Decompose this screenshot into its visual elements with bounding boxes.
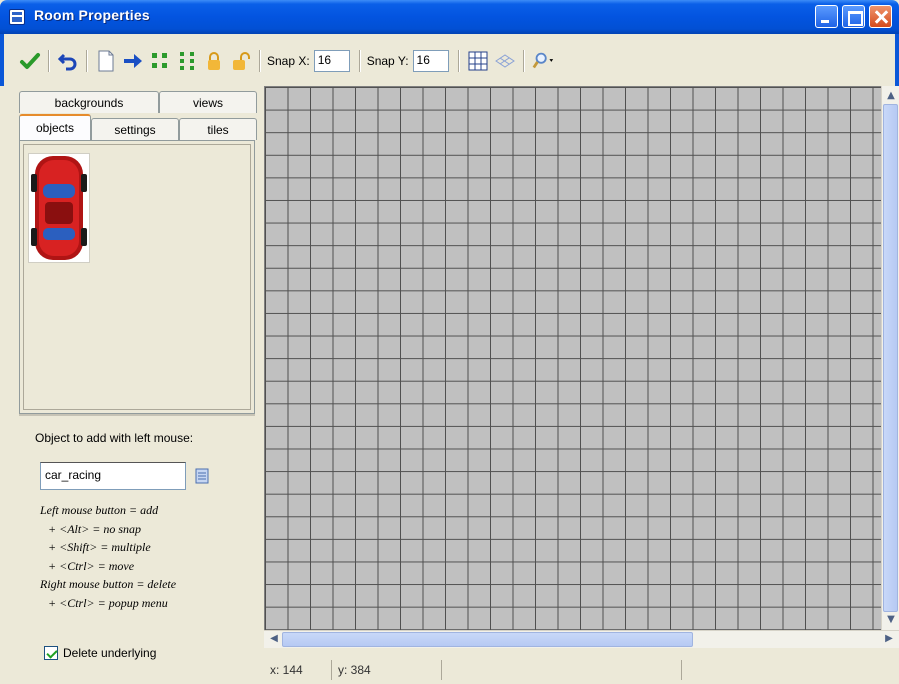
status-empty <box>442 660 682 680</box>
snap-x-label: Snap X: <box>267 54 310 68</box>
shift-arrow-icon[interactable] <box>121 49 145 73</box>
object-menu-icon[interactable] <box>194 468 210 484</box>
status-y: y: 384 <box>332 660 442 680</box>
object-name-field[interactable]: car_racing <box>40 462 186 490</box>
status-x: x: 144 <box>264 660 332 680</box>
minimize-button[interactable] <box>815 5 838 28</box>
delete-underlying-label: Delete underlying <box>63 646 157 660</box>
add-object-label: Object to add with left mouse: <box>35 431 194 445</box>
tab-tiles[interactable]: tiles <box>179 118 257 140</box>
toolbar-separator <box>358 50 361 72</box>
ok-check-icon[interactable] <box>18 49 42 73</box>
maximize-button[interactable] <box>842 5 865 28</box>
snap-x-input[interactable]: 16 <box>313 50 350 72</box>
scroll-right-icon[interactable]: ▶ <box>881 631 897 647</box>
snap-y-input[interactable]: 16 <box>412 50 449 72</box>
window-app-icon <box>9 9 25 25</box>
sort-y-icon[interactable] <box>175 49 199 73</box>
scroll-left-icon[interactable]: ◀ <box>266 631 282 647</box>
snap-y-label: Snap Y: <box>366 54 409 68</box>
tab-row-back: backgrounds views <box>19 91 257 113</box>
toolbar-separator <box>259 50 261 72</box>
unlock-instances-icon[interactable] <box>229 49 253 73</box>
tab-backgrounds[interactable]: backgrounds <box>19 91 159 113</box>
tab-objects[interactable]: objects <box>19 114 91 140</box>
scroll-up-icon[interactable]: ▲ <box>883 88 899 104</box>
car-racing-sprite[interactable] <box>28 153 90 263</box>
title-bar: Room Properties <box>0 0 899 34</box>
help-line: Right mouse button = delete <box>40 577 177 591</box>
close-button[interactable] <box>869 5 892 28</box>
isometric-grid-icon[interactable] <box>493 49 517 73</box>
object-selector[interactable]: car_racing <box>40 462 209 490</box>
vertical-scroll-thumb[interactable] <box>883 104 898 612</box>
toolbar-separator <box>457 50 460 72</box>
help-line: + <Ctrl> = move <box>48 558 135 573</box>
tab-settings[interactable]: settings <box>91 118 179 140</box>
objects-tab-page <box>19 140 255 414</box>
vertical-scrollbar[interactable]: ▲ ▼ <box>881 86 899 630</box>
horizontal-scrollbar[interactable]: ◀ ▶ <box>264 630 899 648</box>
object-preview-area <box>23 144 251 410</box>
delete-underlying-checkbox[interactable]: Delete underlying <box>44 646 156 660</box>
checkbox-checked-icon[interactable] <box>44 646 58 660</box>
grid-icon[interactable] <box>466 49 490 73</box>
toolbar-separator <box>86 50 88 72</box>
clear-icon[interactable] <box>94 49 118 73</box>
toolbar-separator <box>48 50 50 72</box>
mouse-help-text: Left mouse button = add + <Alt> = no sna… <box>40 501 255 612</box>
scroll-down-icon[interactable]: ▼ <box>883 612 899 628</box>
zoom-icon[interactable] <box>531 49 555 73</box>
help-line: + <Shift> = multiple <box>48 540 151 554</box>
help-line: + <Ctrl> = popup menu <box>48 595 168 610</box>
tab-views[interactable]: views <box>159 91 257 113</box>
help-line: Left mouse button = add <box>40 503 159 517</box>
undo-icon[interactable] <box>56 49 80 73</box>
help-line: + <Alt> = no snap <box>48 521 142 536</box>
toolbar: Snap X: 16 Snap Y: 16 <box>0 34 899 86</box>
toolbar-separator <box>522 50 525 72</box>
lock-instances-icon[interactable] <box>202 49 226 73</box>
tab-row-front: objects settings tiles <box>19 114 257 140</box>
room-canvas[interactable] <box>264 86 881 630</box>
window-title: Room Properties <box>34 7 150 23</box>
horizontal-scroll-thumb[interactable] <box>282 632 693 647</box>
sort-x-icon[interactable] <box>148 49 172 73</box>
status-bar: x: 144 y: 384 <box>264 656 899 684</box>
